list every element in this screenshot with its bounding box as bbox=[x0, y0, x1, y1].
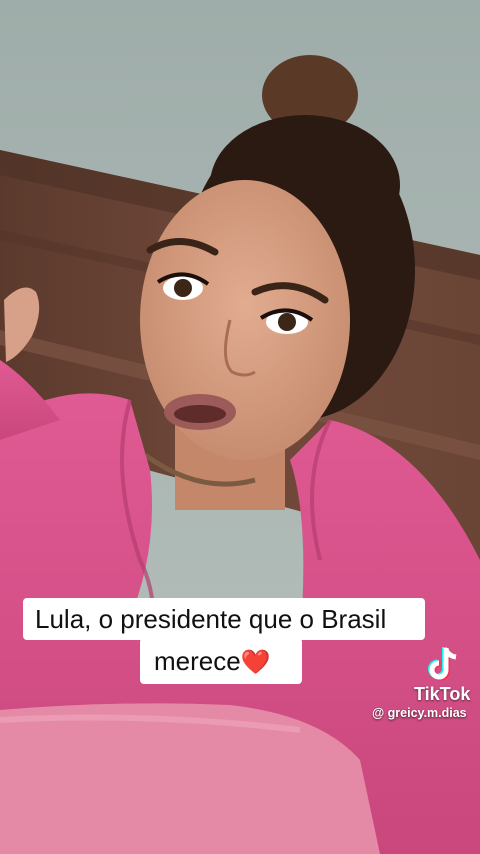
tiktok-handle: @ greicy.m.dias bbox=[372, 706, 467, 720]
heart-icon: ❤️ bbox=[240, 649, 271, 676]
caption-text-2: merece bbox=[154, 646, 241, 676]
tiktok-brand: TikTok bbox=[414, 684, 471, 704]
video-frame: Lula, o presidente que o Brasil merece❤️… bbox=[0, 0, 480, 854]
video-scene bbox=[0, 0, 480, 854]
caption-line-2: merece❤️ bbox=[140, 638, 302, 684]
caption-line-1: Lula, o presidente que o Brasil bbox=[23, 598, 425, 640]
tiktok-logo-icon bbox=[428, 647, 457, 681]
caption-text-1: Lula, o presidente que o Brasil bbox=[35, 604, 387, 634]
